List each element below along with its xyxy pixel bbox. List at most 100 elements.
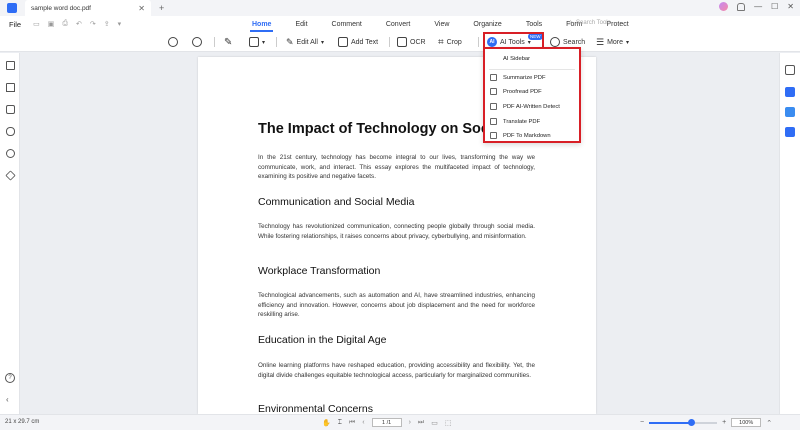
zoom-out-icon[interactable]: − <box>640 419 644 426</box>
window-close-button[interactable]: ✕ <box>787 2 794 11</box>
zoom-value-select[interactable]: 100% <box>731 418 762 427</box>
last-page-icon[interactable]: ⏭ <box>418 419 424 427</box>
search-tools-field[interactable]: ✧ Search Tools <box>568 19 611 27</box>
shape-button[interactable]: ▾ <box>249 35 265 49</box>
chevron-down-icon: ▾ <box>626 39 630 46</box>
ocr-button[interactable]: OCR <box>397 35 426 49</box>
page-title: The Impact of Technology on Soci <box>258 121 493 137</box>
close-tab-icon[interactable]: ✕ <box>138 4 145 13</box>
properties-panel-icon[interactable] <box>785 65 795 75</box>
share-icon[interactable]: ⇪ <box>104 20 110 28</box>
ai-menu-item-label: PDF AI-Written Detect <box>503 103 560 110</box>
save-icon[interactable]: ▣ <box>48 20 55 28</box>
add-text-label: Add Text <box>351 38 379 46</box>
add-text-icon <box>338 37 348 47</box>
ocr-label: OCR <box>410 38 426 46</box>
section-paragraph: Technology has revolutionized communicat… <box>258 223 535 240</box>
document-tab[interactable]: sample word doc.pdf ✕ <box>25 0 151 16</box>
select-tool-icon[interactable]: ⌶ <box>338 419 342 427</box>
ai-menu-item-ai-detect[interactable]: PDF AI-Written Detect <box>485 100 579 113</box>
tab-comment[interactable]: Comment <box>320 16 374 32</box>
toolbar-divider <box>214 37 215 47</box>
toolbar-divider <box>389 37 390 47</box>
translate-icon <box>490 118 497 125</box>
maximize-button[interactable]: ☐ <box>771 2 778 11</box>
single-page-view-icon[interactable]: ▭ <box>431 419 438 427</box>
print-icon[interactable]: ⎙ <box>62 20 68 28</box>
ai-menu-item-ai-sidebar[interactable]: AI Sidebar <box>485 52 579 65</box>
attachment-icon[interactable] <box>6 127 15 136</box>
open-folder-icon[interactable]: ▭ <box>33 20 40 28</box>
help-icon[interactable]: ? <box>5 373 15 383</box>
bookmark-icon[interactable] <box>6 83 15 92</box>
tab-home[interactable]: Home <box>240 16 283 32</box>
chevron-down-icon: ▾ <box>262 39 266 46</box>
new-tab-button[interactable]: + <box>159 3 164 13</box>
comment-icon[interactable] <box>6 105 15 114</box>
tab-view[interactable]: View <box>422 16 461 32</box>
page-navigation: ✋ ⌶ ⏮ ‹ 1 /1 › ⏭ ▭ ⬚ <box>322 418 451 427</box>
section-heading: Education in the Digital Age <box>258 334 387 346</box>
section-heading: Communication and Social Media <box>258 196 415 208</box>
tab-organize[interactable]: Organize <box>461 16 513 32</box>
quick-access-toolbar: ▭ ▣ ⎙ ↶ ↷ ⇪ ▾ <box>33 20 121 28</box>
layers-icon[interactable] <box>5 170 16 181</box>
redo-icon[interactable]: ↷ <box>90 20 96 28</box>
next-page-icon[interactable]: › <box>409 419 411 426</box>
thumbnails-icon[interactable] <box>6 61 15 70</box>
toolbar-divider <box>276 37 277 47</box>
ai-menu-item-proofread[interactable]: Proofread PDF <box>485 85 579 98</box>
highlighter-icon: ✎ <box>224 36 233 48</box>
zoom-out-button[interactable] <box>168 35 178 49</box>
prev-page-icon[interactable]: ‹ <box>362 419 364 426</box>
ai-menu-item-label: Proofread PDF <box>503 88 542 95</box>
lightbulb-icon: ✧ <box>568 20 574 26</box>
tab-tools[interactable]: Tools <box>514 16 554 32</box>
ai-menu-item-markdown[interactable]: PDF To Markdown <box>485 129 579 142</box>
zoom-slider[interactable] <box>649 418 718 426</box>
crop-button[interactable]: ⌗ Crop <box>438 35 462 49</box>
undo-icon[interactable]: ↶ <box>76 20 82 28</box>
ai-translate-icon[interactable] <box>785 107 795 117</box>
ai-menu-item-translate[interactable]: Translate PDF <box>485 115 579 128</box>
add-text-button[interactable]: Add Text <box>338 35 378 49</box>
fit-page-icon[interactable]: ⬚ <box>445 419 452 427</box>
search-panel-icon[interactable] <box>6 149 15 158</box>
quick-access-dropdown-icon[interactable]: ▾ <box>118 20 122 28</box>
notification-bell-icon[interactable] <box>737 2 746 11</box>
crop-label: Crop <box>446 38 462 46</box>
search-label: Search <box>563 38 586 46</box>
zoom-in-button[interactable] <box>192 35 202 49</box>
hand-tool-icon[interactable]: ✋ <box>322 419 331 427</box>
app-logo-icon <box>7 3 17 13</box>
highlight-button[interactable]: ✎ <box>224 35 232 49</box>
summarize-icon <box>490 74 497 81</box>
collapse-sidebar-icon[interactable]: ‹ <box>6 395 9 404</box>
zoom-in-icon <box>192 37 202 47</box>
minimize-button[interactable]: — <box>754 2 762 11</box>
zoom-in-icon[interactable]: + <box>722 419 726 426</box>
markdown-icon <box>490 132 497 139</box>
right-sidebar <box>779 53 800 414</box>
dropdown-divider <box>489 69 575 70</box>
ai-sidebar-icon[interactable] <box>785 127 795 137</box>
menu-lines-icon: ☰ <box>596 36 605 47</box>
chevron-up-icon[interactable]: ⌃ <box>766 419 772 427</box>
page-number-input[interactable]: 1 /1 <box>371 418 402 427</box>
tab-edit[interactable]: Edit <box>283 16 319 32</box>
section-paragraph: Online learning platforms have reshaped … <box>258 362 535 379</box>
file-menu[interactable]: File <box>9 20 21 29</box>
tab-convert[interactable]: Convert <box>374 16 423 32</box>
more-button[interactable]: ☰ More ▾ <box>596 35 629 49</box>
document-tab-title: sample word doc.pdf <box>31 4 91 12</box>
user-avatar[interactable] <box>719 2 729 11</box>
zoom-slider-thumb[interactable] <box>687 418 695 426</box>
title-bar: sample word doc.pdf ✕ + — ☐ ✕ <box>0 0 800 16</box>
ai-assistant-icon[interactable] <box>785 87 795 97</box>
zoom-out-icon <box>168 37 178 47</box>
ai-menu-item-summarize[interactable]: Summarize PDF <box>485 71 579 84</box>
section-heading: Environmental Concerns <box>258 403 373 414</box>
first-page-icon[interactable]: ⏮ <box>349 419 355 427</box>
edit-all-button[interactable]: ✎ Edit All ▾ <box>286 35 324 49</box>
intro-paragraph: In the 21st century, technology has beco… <box>258 154 535 181</box>
